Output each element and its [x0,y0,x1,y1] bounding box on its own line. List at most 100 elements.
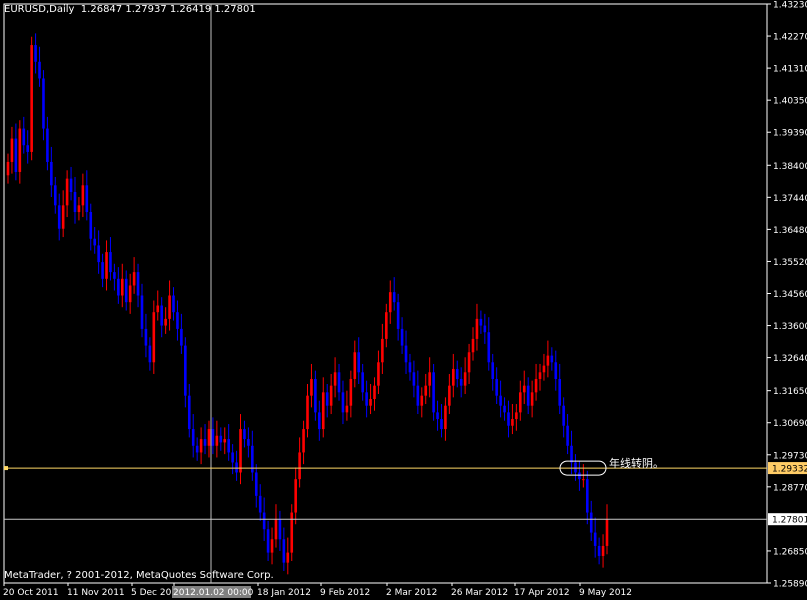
price-chart[interactable]: 1.43230 1.42270 1.41310 1.40350 1.39390 1.384… [0,0,807,600]
candle-body [148,345,152,363]
candle-body [538,372,542,379]
x-tick-label: 2 Mar 2012 [386,588,437,598]
y-tick-label: 1.26850 [773,547,807,557]
y-tick-label: 1.39390 [773,129,807,139]
candle-body [156,305,160,313]
candle-body [77,205,81,213]
candle-body [101,262,104,279]
y-tick-label: 1.32640 [773,354,807,364]
candle-body [46,128,49,162]
current-price-label: 1.27801 [772,516,807,526]
y-tick-label: 1.31650 [773,387,807,397]
candle-body [278,519,282,540]
candle-body [585,479,589,513]
candle-body [440,419,443,430]
candle-body [444,405,447,430]
candle-body [314,378,317,413]
symbol-label: EURUSD,Daily [4,4,75,15]
x-axis: 20 Oct 2011 11 Nov 2011 5 Dec 20112012.01.… [3,583,632,598]
candle-body [53,185,57,206]
candle-body [455,368,459,379]
candle-body [22,128,26,146]
candle-body [452,368,455,386]
candle-body [597,545,601,556]
candle-body [471,338,475,353]
candle-body [420,395,424,406]
y-tick-label: 1.37440 [773,194,807,204]
candle-body [18,128,22,172]
y-tick-label: 1.43230 [773,1,807,11]
candles [6,33,609,575]
candle-body [132,272,136,286]
candle-body [515,412,518,420]
candle-body [85,185,89,213]
candle-body [215,435,219,446]
candle-body [180,328,183,346]
candle-body [400,328,404,346]
candle-body [81,185,85,206]
candle-body [38,61,41,79]
candle-body [416,385,420,406]
candle-body [128,285,132,303]
candle-body [325,392,329,406]
y-tick-label: 1.42270 [773,33,807,43]
candle-body [337,372,341,393]
candle-body [34,45,37,62]
candle-body [50,161,53,186]
x-tick-label: 9 Feb 2012 [320,588,370,598]
y-tick-label: 1.36480 [773,226,807,236]
candle-body [341,392,345,413]
candle-body [519,392,522,413]
candle-body [467,352,471,373]
y-tick-label: 1.25890 [773,580,807,590]
candle-body [459,378,463,386]
candle-body [136,272,140,296]
candle-body [231,452,234,463]
candle-body [385,312,388,339]
candle-body [546,355,550,366]
candle-body [377,362,380,386]
candle-body [361,372,364,393]
annotation-text: 年线转阴。 [609,457,664,470]
candle-body [487,332,491,363]
y-tick-label: 1.38400 [773,162,807,172]
y-tick-label: 1.28770 [773,483,807,493]
x-tick-label: 26 Mar 2012 [451,588,508,598]
copyright-text: MetaTrader, ? 2001-2012, MetaQuotes Soft… [4,570,274,581]
candle-body [93,238,96,246]
candle-body [412,372,416,386]
candle-body [26,145,30,152]
candle-body [522,385,526,393]
candle-body [191,429,195,446]
y-tick-label: 1.40350 [773,97,807,107]
candle-body [369,399,372,406]
candle-body [113,272,116,279]
candle-body [479,318,483,326]
candle-body [239,429,242,473]
candle-body [554,362,558,379]
candle-body [491,362,495,379]
candle-body [601,545,605,556]
ohlc-values: 1.26847 1.27937 1.26419 1.27801 [80,4,256,15]
candle-body [381,338,384,363]
candle-body [294,479,297,513]
candle-body [593,532,597,546]
candle-body [507,412,510,426]
candle-body [388,292,392,313]
candle-body [321,392,325,430]
candle-body [432,372,435,413]
candle-body [207,429,211,446]
x-tick-label: 9 May 2012 [579,588,632,598]
candle-body [69,178,73,192]
candle-body [219,435,223,443]
y-tick-label: 1.41310 [773,65,807,75]
candle-body [357,352,361,373]
candle-body [152,312,156,363]
candle-body [436,412,439,420]
candle-body [10,138,14,162]
candle-body [168,295,171,319]
candle-body [404,345,408,363]
candle-body [164,318,167,326]
candle-body [73,191,77,213]
candle-body [243,429,246,440]
